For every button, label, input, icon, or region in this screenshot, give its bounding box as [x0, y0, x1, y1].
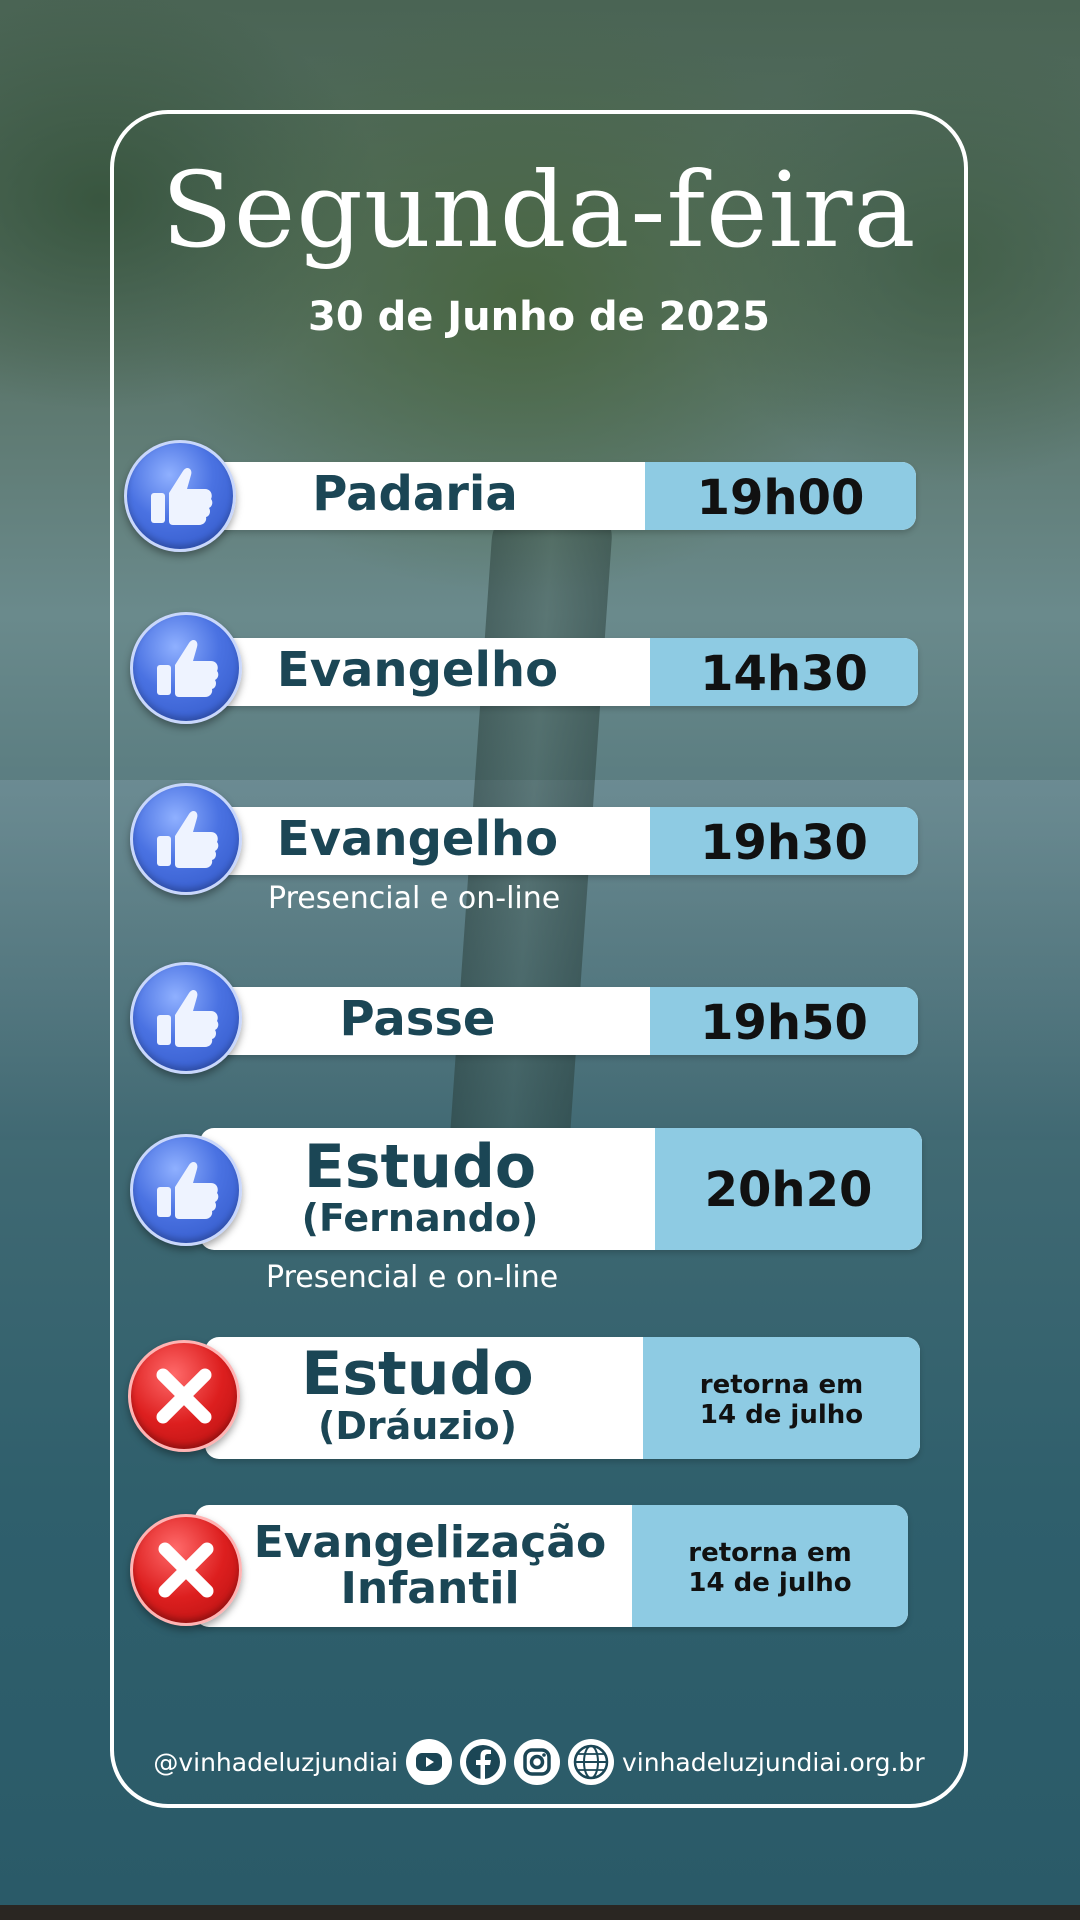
activity-label: Evangelização — [253, 1517, 607, 1568]
time-label: 14h30 — [700, 646, 868, 702]
activity-label: Passe — [339, 991, 496, 1047]
return-label-line1: retorna em — [688, 1538, 852, 1568]
globe-icon[interactable] — [567, 1739, 614, 1785]
social-handle[interactable]: @vinhadeluzjundiai — [153, 1748, 398, 1777]
time-label: 19h50 — [700, 995, 868, 1051]
activity-label: Estudo — [301, 1339, 534, 1409]
footer-contact: @vinhadeluzjundiai vinhadeluzjundiai.org… — [110, 1738, 968, 1786]
attendance-note: Presencial e on-line — [268, 881, 561, 916]
activity-label: Evangelho — [276, 811, 559, 867]
activity-label: Evangelho — [276, 642, 559, 698]
attendance-note: Presencial e on-line — [266, 1260, 559, 1295]
activity-sublabel: (Fernando) — [301, 1196, 539, 1240]
cancel-x-icon — [128, 1340, 240, 1452]
activity-label: Estudo — [303, 1132, 537, 1202]
time-label: 19h00 — [696, 470, 865, 526]
thumbs-up-icon — [130, 962, 242, 1074]
thumbs-up-icon — [130, 1134, 242, 1246]
return-label-line1: retorna em — [699, 1370, 864, 1400]
facebook-icon[interactable] — [459, 1739, 506, 1785]
instagram-icon[interactable] — [513, 1739, 560, 1785]
thumbs-up-icon — [130, 612, 242, 724]
time-label: 20h20 — [704, 1162, 873, 1218]
thumbs-up-icon — [124, 440, 236, 552]
page-date: 30 de Junho de 2025 — [307, 294, 770, 340]
website-link[interactable]: vinhadeluzjundiai.org.br — [622, 1748, 925, 1777]
activity-sublabel: (Dráuzio) — [318, 1404, 517, 1448]
activity-sublabel: Infantil — [340, 1563, 520, 1614]
return-label-line2: 14 de julho — [699, 1400, 864, 1430]
cancel-x-icon — [130, 1514, 242, 1626]
return-label-line2: 14 de julho — [688, 1568, 852, 1598]
time-label: 19h30 — [700, 815, 868, 871]
page-title: Segunda-feira — [161, 149, 917, 271]
bottom-strip — [0, 1905, 1080, 1920]
youtube-icon[interactable] — [405, 1739, 452, 1785]
thumbs-up-icon — [130, 783, 242, 895]
activity-label: Padaria — [312, 466, 518, 522]
